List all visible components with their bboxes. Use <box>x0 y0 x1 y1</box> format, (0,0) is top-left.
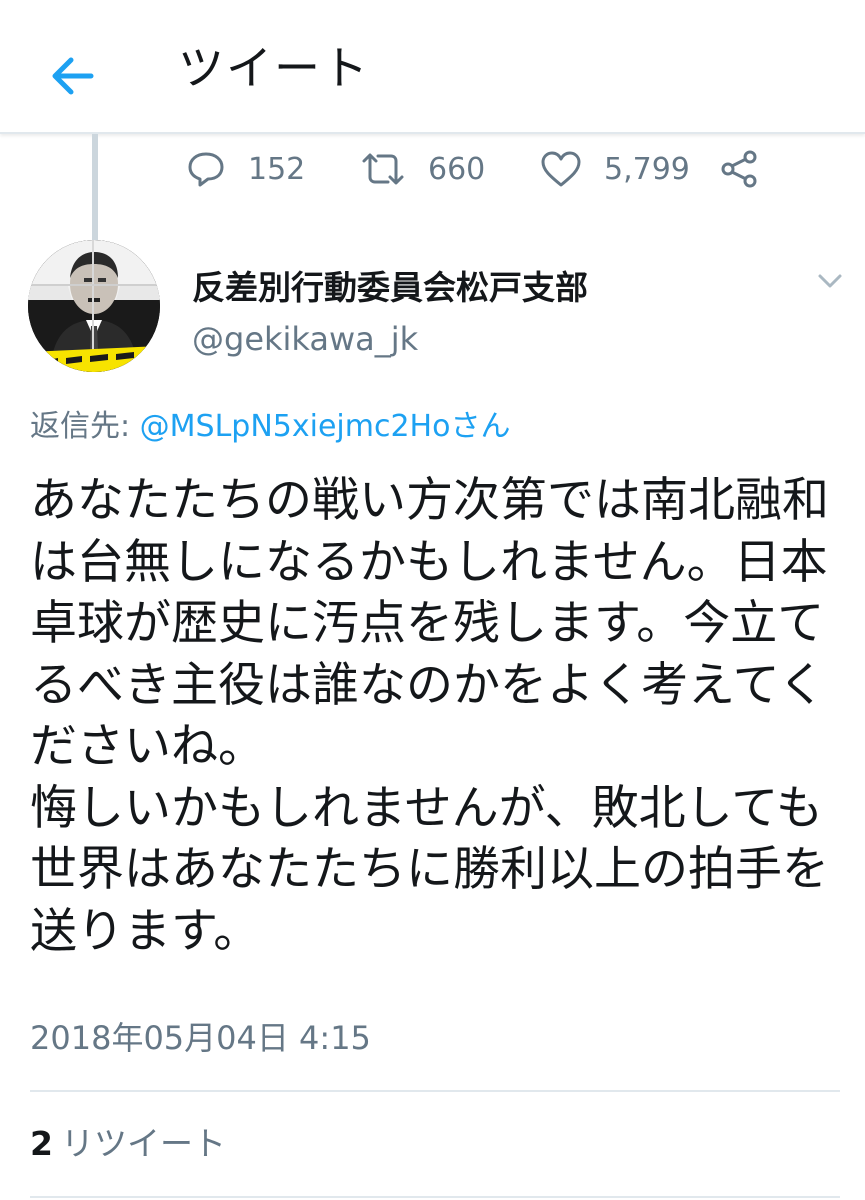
parent-tweet-actions: 152 660 5,799 <box>0 140 865 198</box>
tweet-timestamp: 2018年05月04日 4:15 <box>30 1019 371 1057</box>
reply-icon <box>188 152 224 187</box>
back-button[interactable] <box>40 44 104 108</box>
back-arrow-icon <box>52 57 94 95</box>
reply-to-mention-link[interactable]: @MSLpN5xiejmc2Hoさん <box>140 409 511 444</box>
page-title: ツイート <box>178 41 370 95</box>
top-bar: ツイート <box>0 0 865 134</box>
avatar-image <box>28 240 160 372</box>
display-name[interactable]: 反差別行動委員会松戸支部 <box>192 266 588 310</box>
reply-button[interactable]: 152 <box>186 146 305 192</box>
reply-to-line: 返信先: @MSLpN5xiejmc2Hoさん <box>30 406 510 448</box>
heart-icon <box>541 151 581 187</box>
retweet-count: 660 <box>428 151 486 187</box>
reply-to-label: 返信先: <box>30 409 140 444</box>
tweet-text: あなたたちの戦い方次第では南北融和は台無しになるかもしれません。日本卓球が歴史に… <box>30 473 829 959</box>
share-button[interactable] <box>718 146 760 192</box>
retweet-button[interactable]: 660 <box>360 146 485 192</box>
like-count: 5,799 <box>604 151 690 187</box>
retweets-stat[interactable]: 2 リツイート <box>30 1122 226 1166</box>
divider <box>30 1196 840 1198</box>
user-handle[interactable]: @gekikawa_jk <box>192 318 418 360</box>
divider <box>30 1090 840 1092</box>
retweet-icon <box>362 153 404 185</box>
like-button[interactable]: 5,799 <box>540 146 690 192</box>
avatar[interactable] <box>28 240 160 372</box>
retweets-count: 2 <box>30 1124 53 1163</box>
tweet-menu-button[interactable] <box>812 266 848 296</box>
chevron-down-icon <box>818 274 842 288</box>
reply-count: 152 <box>248 151 306 187</box>
share-icon <box>721 150 757 188</box>
retweets-label: リツイート <box>60 1124 226 1163</box>
